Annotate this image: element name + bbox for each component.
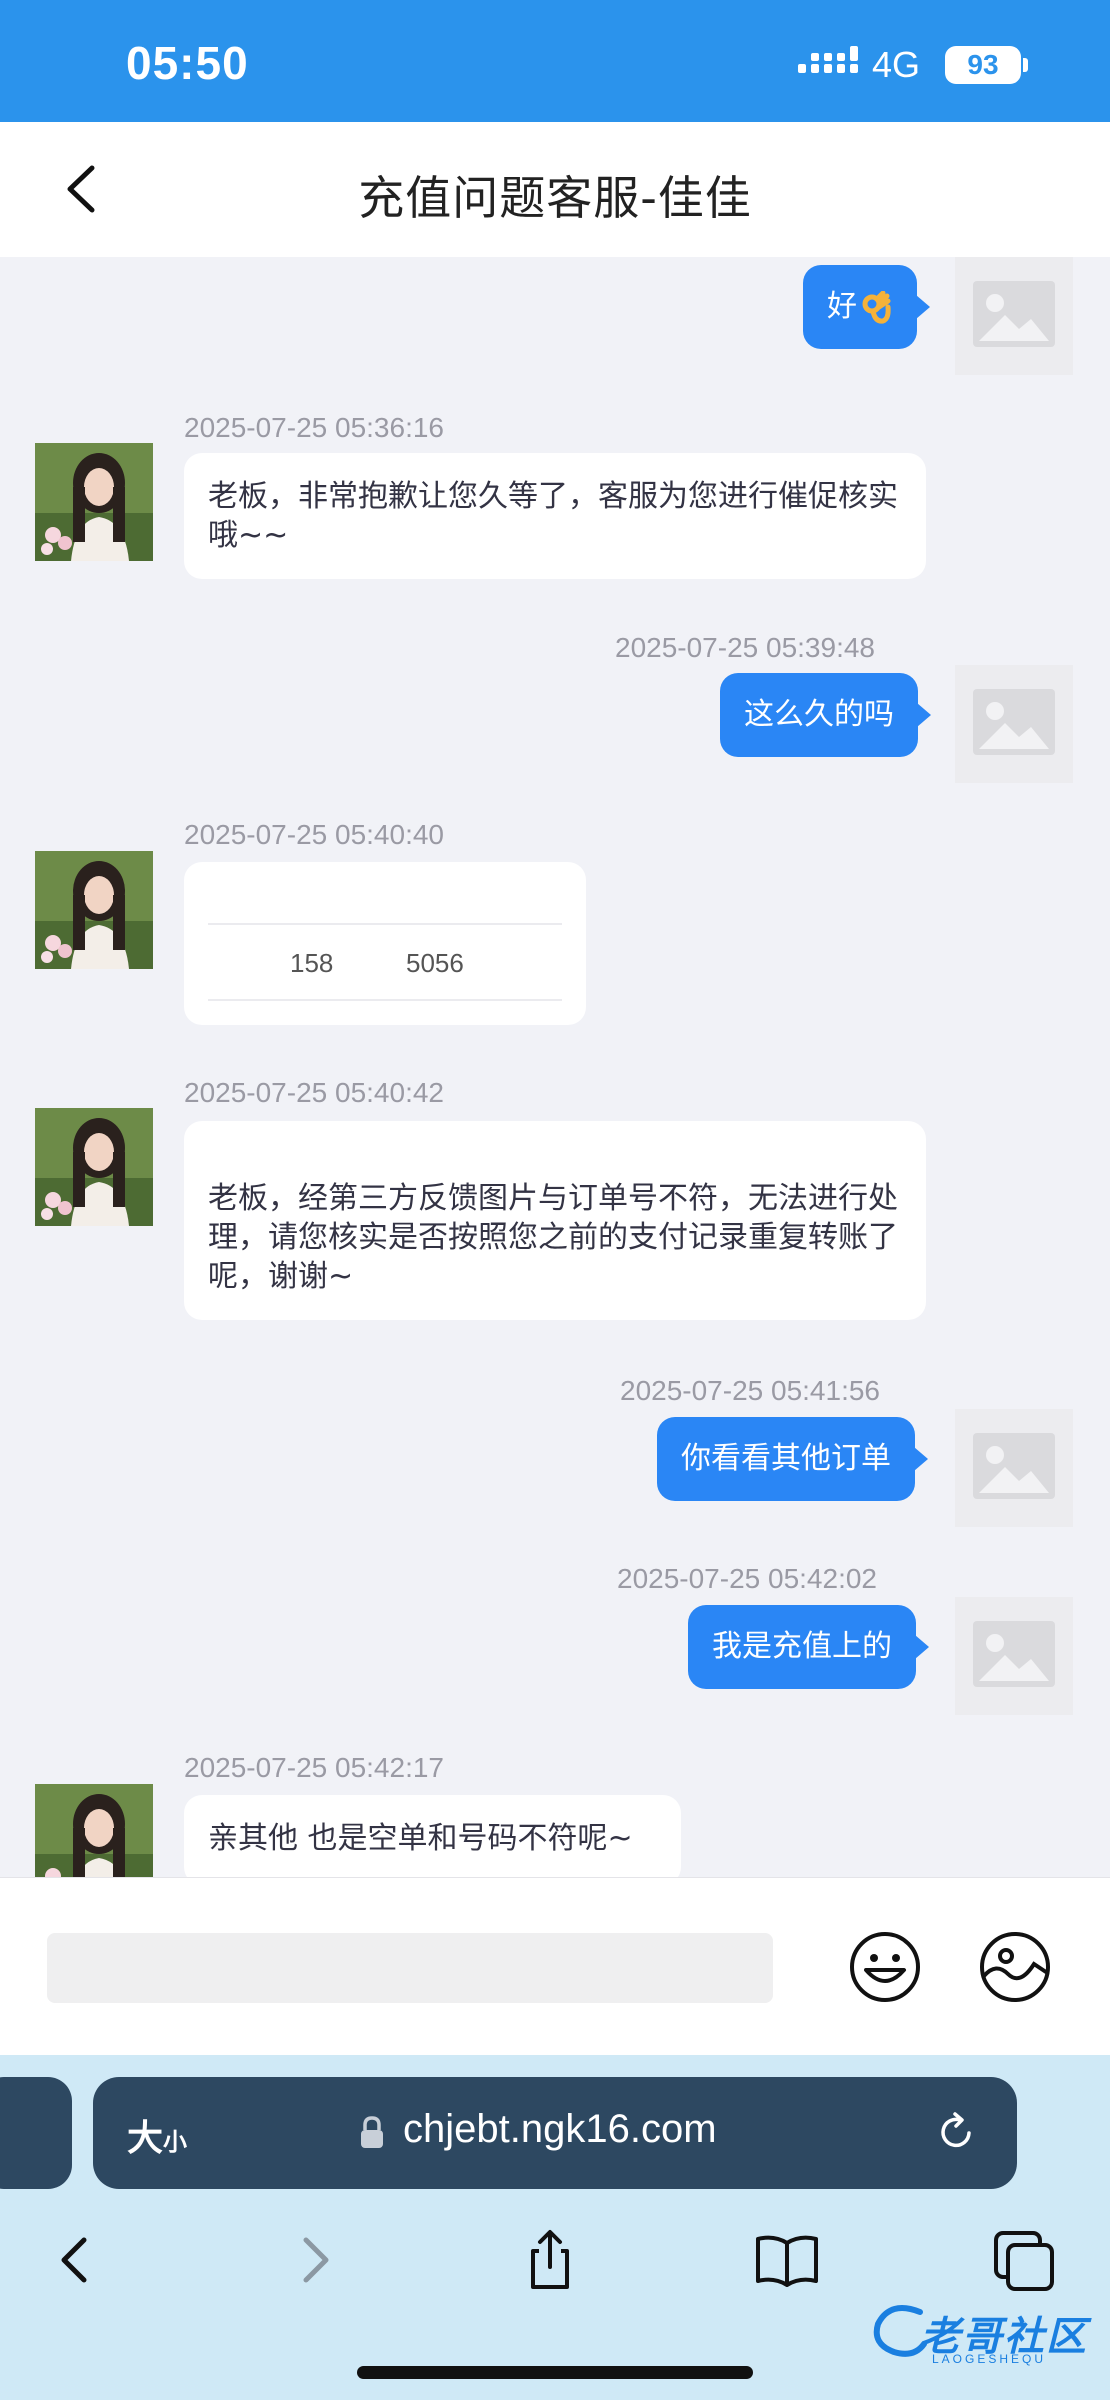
url-text: chjebt.ngk16.com <box>403 2107 717 2151</box>
image-button[interactable] <box>978 1930 1052 2004</box>
agent-photo <box>35 851 153 969</box>
share-button[interactable] <box>515 2225 585 2295</box>
message-bubble-right[interactable]: 这么久的吗 <box>720 673 931 757</box>
ok-hand-icon <box>862 290 891 324</box>
bookmarks-button[interactable] <box>752 2225 822 2295</box>
network-type: 4G <box>872 44 921 85</box>
chevron-right-icon <box>303 2237 329 2283</box>
reload-icon[interactable] <box>933 2109 979 2155</box>
user-avatar[interactable] <box>955 665 1073 783</box>
image-icon <box>980 1932 1050 2002</box>
browser-forward-button[interactable] <box>280 2225 350 2295</box>
browser-back-button[interactable] <box>40 2225 110 2295</box>
book-icon <box>756 2235 818 2287</box>
message-text: 5056 <box>406 948 464 978</box>
home-indicator <box>357 2366 753 2379</box>
tabs-button[interactable] <box>988 2225 1058 2295</box>
watermark-sub: LAOGESHEQU <box>932 2352 1047 2366</box>
message-text: 这么久的吗 <box>744 697 894 732</box>
agent-avatar[interactable] <box>35 1784 153 1877</box>
message-text: 158 <box>290 948 334 978</box>
message-text: 老板，经第三方反馈图片与订单号不符，无法进行处理，请您核实是否按照您之前的支付记… <box>208 1181 898 1294</box>
message-timestamp: 2025-07-25 05:39:48 <box>615 632 875 663</box>
message-timestamp: 2025-07-25 05:41:56 <box>620 1375 880 1406</box>
address-bar[interactable]: 大小 chjebt.ngk16.com <box>93 2077 1017 2189</box>
message-text: 亲其他 也是空单和号码不符呢~ <box>208 1821 633 1856</box>
user-avatar[interactable] <box>955 1409 1073 1527</box>
signal-icon <box>798 46 858 73</box>
status-time: 05:50 <box>126 37 249 89</box>
message-timestamp: 2025-07-25 05:40:40 <box>184 819 444 850</box>
chat-messages[interactable]: 好 2025-07-25 05:36:16 老板，非常抱歉让您久等了，客服为您进… <box>0 257 1110 1877</box>
image-placeholder-icon <box>973 689 1055 755</box>
lock-icon <box>361 2116 383 2148</box>
message-bubble-left[interactable]: 158 5056 <box>184 862 586 1025</box>
message-timestamp: 2025-07-25 05:36:16 <box>184 412 444 443</box>
status-bar: 05:50 4G 93 <box>0 0 1110 122</box>
agent-photo <box>35 1784 153 1877</box>
chevron-left-icon <box>61 2237 87 2283</box>
image-placeholder-icon <box>973 1621 1055 1687</box>
watermark-logo: 老哥社区 LAOGESHEQU <box>870 2300 1100 2370</box>
divider <box>208 923 562 925</box>
message-bubble-right[interactable]: 你看看其他订单 <box>657 1417 928 1501</box>
text-size-big: 大 <box>127 2118 164 2159</box>
page-title: 充值问题客服-佳佳 <box>358 171 752 225</box>
divider <box>208 999 562 1001</box>
agent-avatar[interactable] <box>35 851 153 969</box>
agent-photo <box>35 443 153 561</box>
user-avatar[interactable] <box>955 257 1073 375</box>
message-bubble-left[interactable]: 亲其他 也是空单和号码不符呢~ <box>184 1795 681 1877</box>
message-bubble-left[interactable]: 老板，经第三方反馈图片与订单号不符，无法进行处理，请您核实是否按照您之前的支付记… <box>184 1121 926 1320</box>
message-timestamp: 2025-07-25 05:40:42 <box>184 1077 444 1108</box>
tabs-icon <box>994 2231 1054 2291</box>
text-size-small: 小 <box>163 2128 188 2156</box>
message-bubble-left[interactable]: 老板，非常抱歉让您久等了，客服为您进行催促核实哦~~ <box>184 453 926 579</box>
image-placeholder-icon <box>973 281 1055 347</box>
chat-header: 充值问题客服-佳佳 <box>0 122 1110 257</box>
text-size-button[interactable]: 大小 <box>127 2109 187 2161</box>
agent-avatar[interactable] <box>35 443 153 561</box>
message-timestamp: 2025-07-25 05:42:02 <box>617 1563 877 1594</box>
message-text: 好 <box>827 289 857 324</box>
share-icon <box>531 2230 569 2289</box>
battery-tip <box>1023 58 1028 72</box>
emoji-button[interactable] <box>848 1930 922 2004</box>
message-bubble-right[interactable]: 好 <box>803 265 930 349</box>
agent-photo <box>35 1108 153 1226</box>
smiley-icon <box>850 1932 920 2002</box>
user-avatar[interactable] <box>955 1597 1073 1715</box>
previous-tab[interactable] <box>0 2077 72 2189</box>
message-input-bar <box>0 1877 1110 2055</box>
message-text: 你看看其他订单 <box>681 1441 891 1476</box>
image-placeholder-icon <box>973 1433 1055 1499</box>
message-bubble-right[interactable]: 我是充值上的 <box>688 1605 929 1689</box>
message-text: 老板，非常抱歉让您久等了，客服为您进行催促核实哦~~ <box>208 479 898 553</box>
agent-avatar[interactable] <box>35 1108 153 1226</box>
battery-indicator: 93 <box>945 46 1021 84</box>
message-text: 我是充值上的 <box>712 1629 892 1664</box>
message-input[interactable] <box>47 1933 773 2003</box>
message-timestamp: 2025-07-25 05:42:17 <box>184 1752 444 1783</box>
